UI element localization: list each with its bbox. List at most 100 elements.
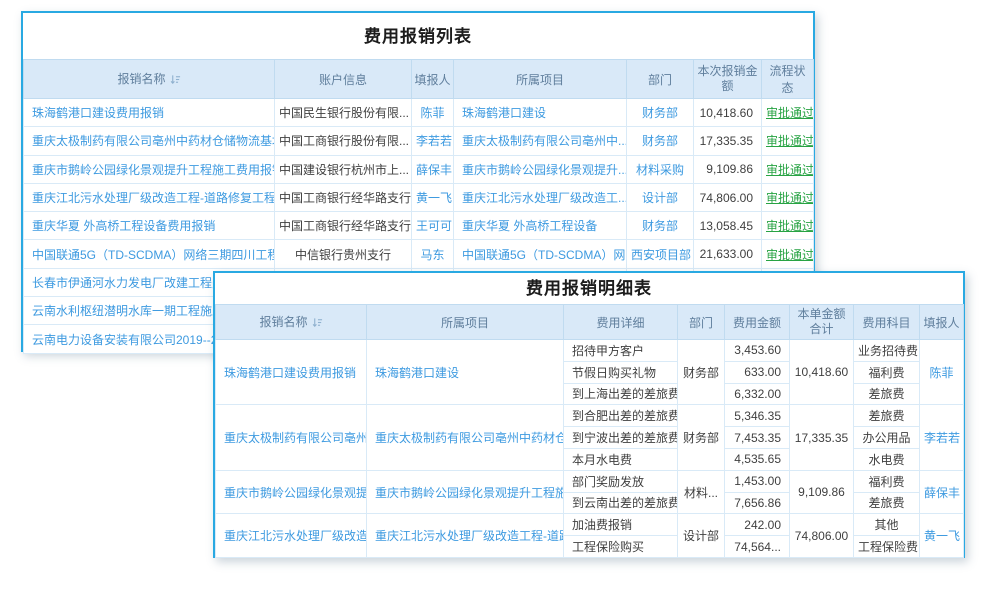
reporter-link[interactable]: 陈菲 xyxy=(412,99,454,127)
list-col-status: 流程状态 xyxy=(762,60,814,99)
detail-dept-cell: 财务部 xyxy=(678,340,725,405)
dept-link[interactable]: 财务部 xyxy=(627,127,694,155)
project-link[interactable]: 重庆华夏 外高桥工程设备 xyxy=(454,212,627,240)
detail-amount-cell: 242.00 xyxy=(725,514,790,536)
reporter-link[interactable]: 李若若 xyxy=(412,127,454,155)
detail-total-cell: 9,109.86 xyxy=(790,470,854,514)
detail-amount-cell: 1,453.00 xyxy=(725,470,790,492)
detail-desc-cell: 到上海出差的差旅费 xyxy=(564,383,678,405)
detail-name-link[interactable]: 重庆太极制药有限公司亳州中药材 xyxy=(216,405,367,470)
account-cell: 中国民生银行股份有限... xyxy=(275,99,412,127)
detail-col-category: 费用科目 xyxy=(854,305,920,340)
detail-desc-cell: 到合肥出差的差旅费 xyxy=(564,405,678,427)
expense-detail-panel: 费用报销明细表 报销名称 所属项目 费用详细 部门 费用金额 本单金额合计 费用… xyxy=(213,271,965,558)
expense-name-link[interactable]: 珠海鹤港口建设费用报销 xyxy=(24,99,275,127)
detail-reporter-link[interactable]: 李若若 xyxy=(920,405,964,470)
account-cell: 中国工商银行经华路支行 xyxy=(275,183,412,211)
detail-project-link[interactable]: 重庆市鹅岭公园绿化景观提升工程施工 xyxy=(367,470,564,514)
detail-desc-cell: 到云南出差的差旅费 xyxy=(564,492,678,514)
list-col-amount: 本次报销金额 xyxy=(694,60,762,99)
status-link[interactable]: 审批通过 xyxy=(762,183,814,211)
detail-col-amount: 费用金额 xyxy=(725,305,790,340)
expense-name-link[interactable]: 重庆华夏 外高桥工程设备费用报销 xyxy=(24,212,275,240)
list-col-reporter: 填报人 xyxy=(412,60,454,99)
reporter-link[interactable]: 黄一飞 xyxy=(412,183,454,211)
table-row: 重庆江北污水处理厂级改造工程-道路修复工程 重庆江北污水处理厂级改造工程-道路修… xyxy=(216,514,964,536)
detail-category-cell: 差旅费 xyxy=(854,405,920,427)
expense-name-link[interactable]: 重庆市鹅岭公园绿化景观提升工程施工费用报销 xyxy=(24,155,275,183)
detail-col-detail: 费用详细 xyxy=(564,305,678,340)
amount-cell: 21,633.00 xyxy=(694,240,762,268)
project-link[interactable]: 珠海鹤港口建设 xyxy=(454,99,627,127)
dept-link[interactable]: 材料采购 xyxy=(627,155,694,183)
dept-link[interactable]: 设计部 xyxy=(627,183,694,211)
detail-amount-cell: 74,564... xyxy=(725,536,790,558)
sort-icon[interactable] xyxy=(170,74,181,88)
dept-link[interactable]: 财务部 xyxy=(627,212,694,240)
project-link[interactable]: 中国联通5G（TD-SCDMA）网... xyxy=(454,240,627,268)
detail-amount-cell: 7,656.86 xyxy=(725,492,790,514)
expense-detail-title: 费用报销明细表 xyxy=(215,273,963,304)
detail-total-cell: 17,335.35 xyxy=(790,405,854,470)
detail-reporter-link[interactable]: 黄一飞 xyxy=(920,514,964,558)
table-row: 重庆市鹅岭公园绿化景观提升工程 重庆市鹅岭公园绿化景观提升工程施工 部门奖励发放… xyxy=(216,470,964,492)
status-link[interactable]: 审批通过 xyxy=(762,240,814,268)
status-link[interactable]: 审批通过 xyxy=(762,99,814,127)
detail-name-link[interactable]: 重庆市鹅岭公园绿化景观提升工程 xyxy=(216,470,367,514)
detail-amount-cell: 3,453.60 xyxy=(725,340,790,362)
dept-link[interactable]: 财务部 xyxy=(627,99,694,127)
reporter-link[interactable]: 马东 xyxy=(412,240,454,268)
table-row: 珠海鹤港口建设费用报销 中国民生银行股份有限... 陈菲 珠海鹤港口建设 财务部… xyxy=(24,99,814,127)
detail-name-link[interactable]: 珠海鹤港口建设费用报销 xyxy=(216,340,367,405)
status-link[interactable]: 审批通过 xyxy=(762,155,814,183)
expense-name-link[interactable]: 中国联通5G（TD-SCDMA）网络三期四川工程费... xyxy=(24,240,275,268)
status-link[interactable]: 审批通过 xyxy=(762,127,814,155)
detail-total-cell: 74,806.00 xyxy=(790,514,854,558)
detail-desc-cell: 工程保险购买 xyxy=(564,536,678,558)
dept-link[interactable]: 西安项目部 xyxy=(627,240,694,268)
table-row: 重庆华夏 外高桥工程设备费用报销 中国工商银行经华路支行 王可可 重庆华夏 外高… xyxy=(24,212,814,240)
table-row: 重庆太极制药有限公司亳州中药材 重庆太极制药有限公司亳州中药材仓储物流 到合肥出… xyxy=(216,405,964,427)
project-link[interactable]: 重庆市鹅岭公园绿化景观提升... xyxy=(454,155,627,183)
detail-category-cell: 工程保险费 xyxy=(854,536,920,558)
list-col-name-label: 报销名称 xyxy=(117,72,165,86)
detail-col-name[interactable]: 报销名称 xyxy=(216,305,367,340)
detail-col-reporter: 填报人 xyxy=(920,305,964,340)
detail-desc-cell: 本月水电费 xyxy=(564,448,678,470)
detail-category-cell: 差旅费 xyxy=(854,383,920,405)
detail-category-cell: 办公用品 xyxy=(854,427,920,449)
status-link[interactable]: 审批通过 xyxy=(762,212,814,240)
list-col-dept: 部门 xyxy=(627,60,694,99)
detail-project-link[interactable]: 重庆太极制药有限公司亳州中药材仓储物流 xyxy=(367,405,564,470)
detail-category-cell: 其他 xyxy=(854,514,920,536)
reporter-link[interactable]: 王可可 xyxy=(412,212,454,240)
expense-name-link[interactable]: 重庆太极制药有限公司亳州中药材仓储物流基地项... xyxy=(24,127,275,155)
project-link[interactable]: 重庆太极制药有限公司亳州中... xyxy=(454,127,627,155)
detail-dept-cell: 设计部 xyxy=(678,514,725,558)
detail-col-name-label: 报销名称 xyxy=(259,315,307,329)
account-cell: 中国建设银行杭州市上... xyxy=(275,155,412,183)
list-col-name[interactable]: 报销名称 xyxy=(24,60,275,99)
detail-project-link[interactable]: 重庆江北污水处理厂级改造工程-道路修复工程 xyxy=(367,514,564,558)
detail-col-project: 所属项目 xyxy=(367,305,564,340)
sort-icon[interactable] xyxy=(312,317,323,331)
reporter-link[interactable]: 薛保丰 xyxy=(412,155,454,183)
detail-category-cell: 差旅费 xyxy=(854,492,920,514)
detail-category-cell: 业务招待费 xyxy=(854,340,920,362)
expense-name-link[interactable]: 重庆江北污水处理厂级改造工程-道路修复工程费用... xyxy=(24,183,275,211)
list-col-project: 所属项目 xyxy=(454,60,627,99)
detail-reporter-link[interactable]: 陈菲 xyxy=(920,340,964,405)
amount-cell: 9,109.86 xyxy=(694,155,762,183)
amount-cell: 17,335.35 xyxy=(694,127,762,155)
detail-name-link[interactable]: 重庆江北污水处理厂级改造工程-道路修复工程 xyxy=(216,514,367,558)
detail-desc-cell: 到宁波出差的差旅费 xyxy=(564,427,678,449)
detail-reporter-link[interactable]: 薛保丰 xyxy=(920,470,964,514)
expense-list-title: 费用报销列表 xyxy=(23,13,813,59)
detail-col-total: 本单金额合计 xyxy=(790,305,854,340)
list-col-account: 账户信息 xyxy=(275,60,412,99)
detail-amount-cell: 4,535.65 xyxy=(725,448,790,470)
amount-cell: 13,058.45 xyxy=(694,212,762,240)
detail-category-cell: 水电费 xyxy=(854,448,920,470)
detail-project-link[interactable]: 珠海鹤港口建设 xyxy=(367,340,564,405)
project-link[interactable]: 重庆江北污水处理厂级改造工... xyxy=(454,183,627,211)
